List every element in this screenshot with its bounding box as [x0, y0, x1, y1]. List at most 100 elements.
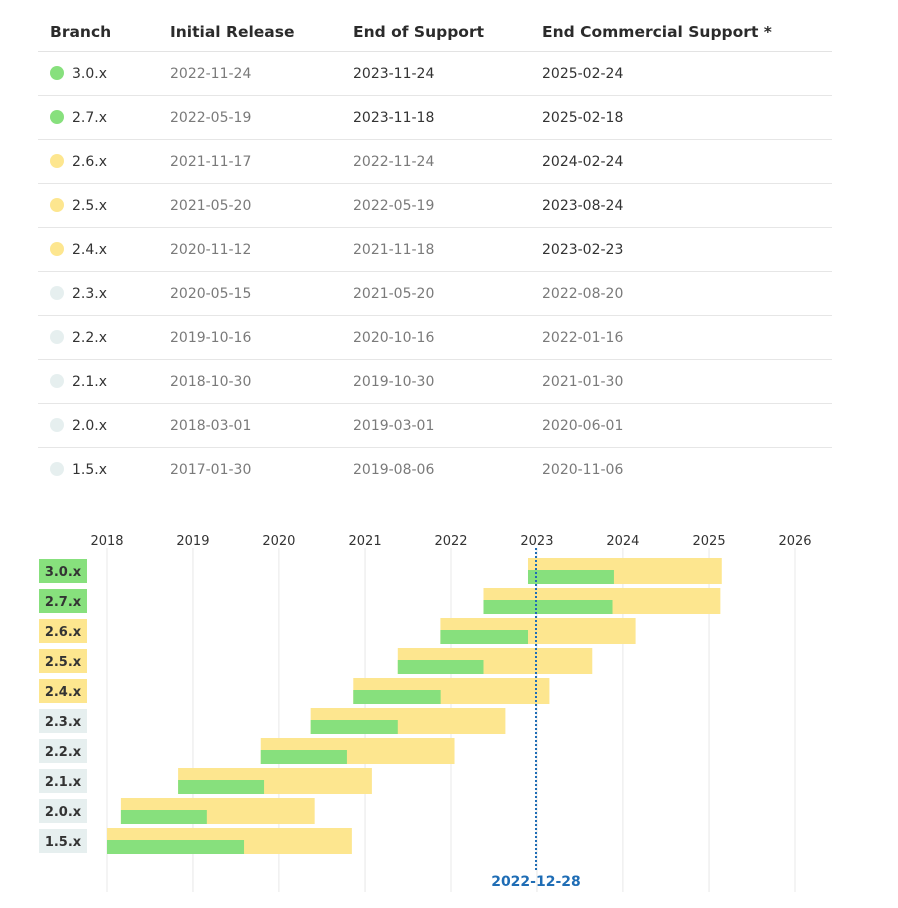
branch-label: 3.0.x [45, 565, 82, 580]
table-row: 2.7.x 2022-05-19 2023-11-18 2025-02-18 [38, 95, 832, 140]
end-commercial-support-cell-text: 2025-02-18 [542, 109, 624, 126]
initial-release-cell-text: 2021-11-17 [170, 153, 252, 170]
branch-cell-text: 2.3.x [72, 285, 107, 302]
active-support-bar [440, 630, 528, 644]
status-dot-icon [50, 285, 64, 300]
release-table: Branch Initial Release End of Support En… [38, 12, 832, 491]
table-row: 3.0.x 2022-11-24 2023-11-24 2025-02-24 [38, 51, 832, 96]
branch-cell-text: 3.0.x [72, 65, 107, 82]
active-support-bar [260, 750, 347, 764]
branch-label: 2.4.x [45, 685, 82, 700]
end-of-support-cell: 2019-10-30 [341, 359, 530, 404]
x-tick-label: 2026 [778, 534, 811, 549]
header-end-commercial-support: End Commercial Support * [530, 12, 832, 52]
header-branch: Branch [38, 12, 158, 52]
branch-cell-text: 2.2.x [72, 329, 107, 346]
active-support-bar [527, 570, 614, 584]
branch-label: 2.5.x [45, 655, 82, 670]
end-commercial-support-cell: 2020-11-06 [530, 448, 832, 492]
table-header-row: Branch Initial Release End of Support En… [38, 12, 832, 52]
branch-cell-text: 2.7.x [72, 109, 107, 126]
end-of-support-cell-text: 2022-05-19 [353, 197, 435, 214]
branch-cell: 2.3.x [38, 271, 158, 316]
table-row: 1.5.x 2017-01-30 2019-08-06 2020-11-06 [38, 448, 832, 492]
branch-cell: 2.7.x [38, 95, 158, 140]
branch-label: 2.3.x [45, 715, 82, 730]
branch-cell-text: 1.5.x [72, 461, 107, 478]
initial-release-cell-text: 2022-05-19 [170, 109, 252, 126]
support-timeline-chart: 2018 2019 2020 2021 2022 2023 2024 2025 2026 3.0.… [39, 534, 812, 892]
status-dot-icon [50, 65, 64, 80]
end-of-support-cell-text: 2021-11-18 [353, 241, 435, 258]
initial-release-cell: 2017-01-30 [158, 448, 341, 492]
end-commercial-support-cell-text: 2023-08-24 [542, 197, 624, 214]
initial-release-cell-text: 2017-01-30 [170, 461, 252, 478]
initial-release-cell-text: 2020-05-15 [170, 285, 252, 302]
branch-cell: 2.6.x [38, 139, 158, 184]
end-commercial-support-cell: 2025-02-24 [530, 51, 832, 96]
initial-release-cell: 2018-03-01 [158, 403, 341, 448]
status-dot-icon [50, 153, 64, 168]
end-of-support-cell: 2021-11-18 [341, 227, 530, 272]
table-row: 2.3.x 2020-05-15 2021-05-20 2022-08-20 [38, 271, 832, 316]
end-commercial-support-cell: 2022-08-20 [530, 271, 832, 316]
end-commercial-support-cell-text: 2020-11-06 [542, 461, 624, 478]
end-commercial-support-cell-text: 2021-01-30 [542, 373, 624, 390]
end-of-support-cell-text: 2023-11-24 [353, 65, 435, 82]
end-commercial-support-cell-text: 2020-06-01 [542, 417, 624, 434]
status-dot-icon [50, 329, 64, 344]
branch-cell: 2.2.x [38, 315, 158, 360]
end-of-support-cell-text: 2020-10-16 [353, 329, 435, 346]
initial-release-cell: 2022-11-24 [158, 51, 341, 96]
header-end-of-support: End of Support [341, 12, 530, 52]
initial-release-cell: 2022-05-19 [158, 95, 341, 140]
initial-release-cell: 2018-10-30 [158, 359, 341, 404]
end-commercial-support-cell: 2023-08-24 [530, 183, 832, 228]
active-support-bar [353, 690, 441, 704]
initial-release-cell-text: 2020-11-12 [170, 241, 252, 258]
active-support-bar [107, 840, 245, 854]
end-of-support-cell: 2022-05-19 [341, 183, 530, 228]
branch-label: 2.1.x [45, 775, 82, 790]
end-of-support-cell-text: 2021-05-20 [353, 285, 435, 302]
branch-cell: 1.5.x [38, 448, 158, 492]
current-date-label: 2022-12-28 [491, 874, 581, 890]
header-initial-release: Initial Release [158, 12, 341, 52]
table-row: 2.4.x 2020-11-12 2021-11-18 2023-02-23 [38, 227, 832, 272]
x-tick-label: 2022 [434, 534, 467, 549]
table-row: 2.1.x 2018-10-30 2019-10-30 2021-01-30 [38, 359, 832, 404]
end-of-support-cell: 2020-10-16 [341, 315, 530, 360]
status-dot-icon [50, 373, 64, 388]
end-of-support-cell: 2023-11-24 [341, 51, 530, 96]
x-tick-label: 2025 [693, 534, 726, 549]
branch-cell: 2.5.x [38, 183, 158, 228]
status-dot-icon [50, 461, 64, 476]
initial-release-cell: 2019-10-16 [158, 315, 341, 360]
end-of-support-cell: 2019-08-06 [341, 448, 530, 492]
table-row: 2.6.x 2021-11-17 2022-11-24 2024-02-24 [38, 139, 832, 184]
end-commercial-support-cell: 2020-06-01 [530, 403, 832, 448]
active-support-bar [310, 720, 398, 734]
initial-release-cell-text: 2021-05-20 [170, 197, 252, 214]
branch-cell-text: 2.4.x [72, 241, 107, 258]
branch-cell: 3.0.x [38, 51, 158, 96]
initial-release-cell-text: 2019-10-16 [170, 329, 252, 346]
branch-cell: 2.1.x [38, 359, 158, 404]
end-commercial-support-cell: 2025-02-18 [530, 95, 832, 140]
end-commercial-support-cell-text: 2024-02-24 [542, 153, 624, 170]
initial-release-cell: 2021-11-17 [158, 139, 341, 184]
active-support-bar [178, 780, 265, 794]
status-dot-icon [50, 197, 64, 212]
branch-cell: 2.4.x [38, 227, 158, 272]
active-support-bar [483, 600, 613, 614]
end-of-support-cell-text: 2019-03-01 [353, 417, 435, 434]
x-tick-label: 2020 [262, 534, 295, 549]
end-of-support-cell-text: 2022-11-24 [353, 153, 435, 170]
active-support-bar [397, 660, 484, 674]
end-commercial-support-cell: 2021-01-30 [530, 359, 832, 404]
end-commercial-support-cell-text: 2022-01-16 [542, 329, 624, 346]
branch-cell-text: 2.0.x [72, 417, 107, 434]
table-row: 2.2.x 2019-10-16 2020-10-16 2022-01-16 [38, 315, 832, 360]
end-commercial-support-cell-text: 2025-02-24 [542, 65, 624, 82]
x-tick-label: 2019 [176, 534, 209, 549]
